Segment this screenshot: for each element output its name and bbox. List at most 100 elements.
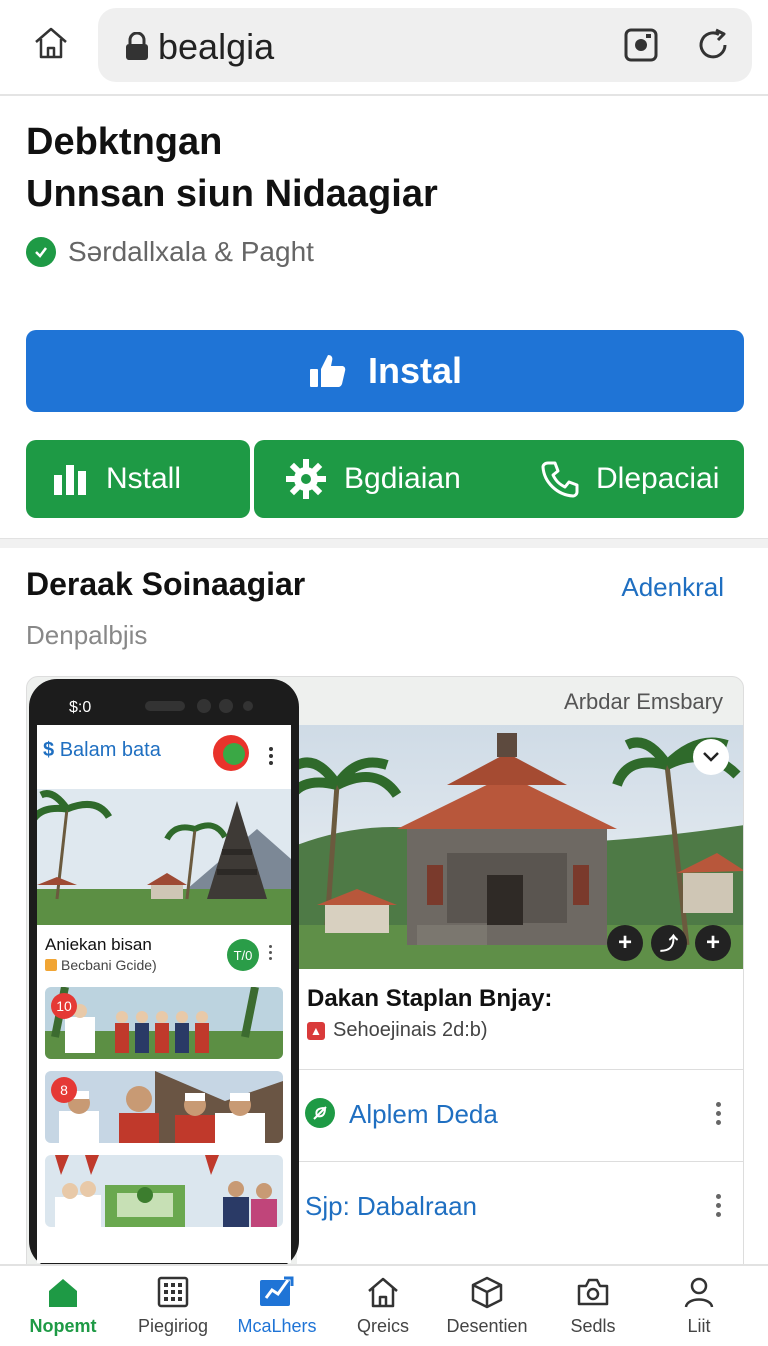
bar-chart-icon xyxy=(54,465,86,495)
nav-item-liit[interactable]: Liit xyxy=(646,1266,752,1346)
secondary-actions: Nstall Bgdiaian Dlepaciai xyxy=(26,440,744,518)
more-options-icon[interactable] xyxy=(269,945,272,960)
plus-icon: + xyxy=(705,929,720,956)
nstall-label: Nstall xyxy=(106,462,182,495)
phone-status: $:0 xyxy=(69,699,92,716)
share-button[interactable]: ⤴ xyxy=(651,925,687,961)
address-bar[interactable]: bealgia xyxy=(98,8,752,82)
browser-toolbar: bealgia xyxy=(0,0,768,96)
info-title: Dakan Staplan Bnjay: xyxy=(307,985,553,1012)
thumbnail[interactable]: 10 xyxy=(45,987,283,1059)
info-subtitle-text: Sehoejinais 2d:b) xyxy=(333,1019,488,1041)
url-text: bealgia xyxy=(158,26,275,67)
camera-icon xyxy=(577,1278,609,1306)
home-icon xyxy=(35,27,67,59)
phone-mockup: $:0 $ Balam bata Aniekan bisan Becbani G… xyxy=(29,679,299,1269)
plus-icon: + xyxy=(617,929,632,956)
list-item[interactable]: Alplem Deda xyxy=(297,1069,743,1159)
app-title: Debktngan Unnsan siun Nidaagiar xyxy=(26,116,438,220)
grid-icon xyxy=(157,1276,189,1308)
camera-scan-icon[interactable] xyxy=(622,26,660,64)
thumbs-up-icon xyxy=(309,355,346,387)
nav-label: Liit xyxy=(687,1316,711,1336)
person-icon xyxy=(684,1277,714,1308)
verified-check-icon xyxy=(26,237,56,267)
install-label: Instal xyxy=(367,350,463,391)
nav-label: Piegiriog xyxy=(137,1316,209,1336)
list-item[interactable]: Sjp: Dabalraan xyxy=(297,1161,743,1251)
row-label: Alplem Deda xyxy=(349,1099,498,1129)
tag-icon xyxy=(45,959,57,971)
home-icon xyxy=(49,1279,77,1307)
phone-app-name: Balam bata xyxy=(59,739,161,761)
dlepaciai-label: Dlepaciai xyxy=(596,462,720,495)
settings-group: Bgdiaian Dlepaciai xyxy=(254,440,744,518)
nav-item-mcalhers[interactable]: McaLhers xyxy=(224,1266,330,1346)
chevron-down-icon xyxy=(703,752,719,762)
phone-speaker xyxy=(145,701,185,711)
bookmark-icon: ▲ xyxy=(307,1021,325,1040)
phone-screen: $ Balam bata Aniekan bisan Becbani Gcide… xyxy=(37,725,291,1263)
bottom-navigation: Nopemt Piegiriog McaLhers Qreics Desenti… xyxy=(0,1264,768,1344)
nav-label: Qreics xyxy=(356,1316,409,1336)
phone-icon xyxy=(541,461,579,498)
add-button[interactable]: + xyxy=(607,925,643,961)
nav-label: Nopemt xyxy=(29,1316,97,1336)
temple-illustration xyxy=(37,789,291,925)
leaf-icon xyxy=(305,1098,335,1128)
app-logo xyxy=(213,735,249,771)
temple-photo[interactable]: + ⤴ + xyxy=(297,725,743,969)
thumbnail[interactable]: 8 xyxy=(45,1071,283,1143)
row-label: Sjp: Dabalraan xyxy=(305,1191,477,1221)
phone-app-header: $ Balam bata xyxy=(43,739,161,762)
more-options-icon[interactable] xyxy=(716,1194,721,1217)
box-icon xyxy=(471,1276,503,1309)
nav-item-piegiriog[interactable]: Piegiriog xyxy=(120,1266,226,1346)
phone-item-title: Aniekan bisan xyxy=(45,935,152,954)
info-panel: Dakan Staplan Bnjay: ▲ Sehoejinais 2d:b)… xyxy=(297,969,743,1275)
feature-card[interactable]: Arbdar Emsbary + ⤴ + Dakan Staplan Bnjay… xyxy=(26,676,744,1276)
nav-item-qreics[interactable]: Qreics xyxy=(330,1266,436,1346)
bgdiaian-label: Bgdiaian xyxy=(344,462,461,495)
phone-hero-image[interactable] xyxy=(37,789,291,925)
more-options-icon[interactable] xyxy=(716,1102,721,1125)
phone-sensor xyxy=(243,701,253,711)
nav-label: Desentien xyxy=(446,1316,528,1336)
nav-label: Sedls xyxy=(570,1316,616,1336)
section-link[interactable]: Adenkral xyxy=(621,572,724,603)
gear-icon xyxy=(286,459,326,499)
publisher-name: Sərdallxala & Paght xyxy=(68,236,314,267)
add-more-button[interactable]: + xyxy=(695,925,731,961)
thumbnail-badge: 8 xyxy=(51,1077,77,1103)
dlepaciai-button[interactable]: Dlepaciai xyxy=(540,440,719,518)
expand-button[interactable] xyxy=(693,739,729,775)
share-icon: ⤴ xyxy=(660,934,678,954)
card-caption: Arbdar Emsbary xyxy=(564,689,723,714)
publisher[interactable]: Sərdallxala & Paght xyxy=(26,236,314,268)
reload-icon[interactable] xyxy=(694,26,732,64)
phone-camera xyxy=(197,699,211,713)
lock-icon xyxy=(126,32,148,60)
hero-actions: + ⤴ + xyxy=(607,925,731,961)
nav-item-desentien[interactable]: Desentien xyxy=(434,1266,540,1346)
section-subtitle: Denpalbjis xyxy=(26,620,148,650)
app-title-line2: Unnsan siun Nidaagiar xyxy=(26,173,438,215)
nav-item-nopemt[interactable]: Nopemt xyxy=(10,1266,116,1346)
section-title: Deraak Soinaagiar xyxy=(26,566,306,602)
thumbnail-badge: 10 xyxy=(51,993,77,1019)
phone-item-pill[interactable]: T/0 xyxy=(227,939,259,971)
info-subtitle: ▲ Sehoejinais 2d:b) xyxy=(307,1019,488,1042)
nav-item-sedls[interactable]: Sedls xyxy=(540,1266,646,1346)
home-button[interactable] xyxy=(26,18,76,68)
more-options-icon[interactable] xyxy=(269,747,273,765)
install-button[interactable]: Instal xyxy=(26,330,744,412)
group-photo xyxy=(45,1071,283,1143)
nav-label: McaLhers xyxy=(237,1316,317,1336)
section-divider xyxy=(0,538,768,548)
bgdiaian-button[interactable]: Bgdiaian xyxy=(284,440,461,518)
phone-item-subtitle-text: Becbani Gcide) xyxy=(61,957,157,973)
thumbnail[interactable] xyxy=(45,1155,283,1227)
nstall-button[interactable]: Nstall xyxy=(26,440,250,518)
group-photo xyxy=(45,987,283,1059)
app-title-line1: Debktngan xyxy=(26,121,223,163)
